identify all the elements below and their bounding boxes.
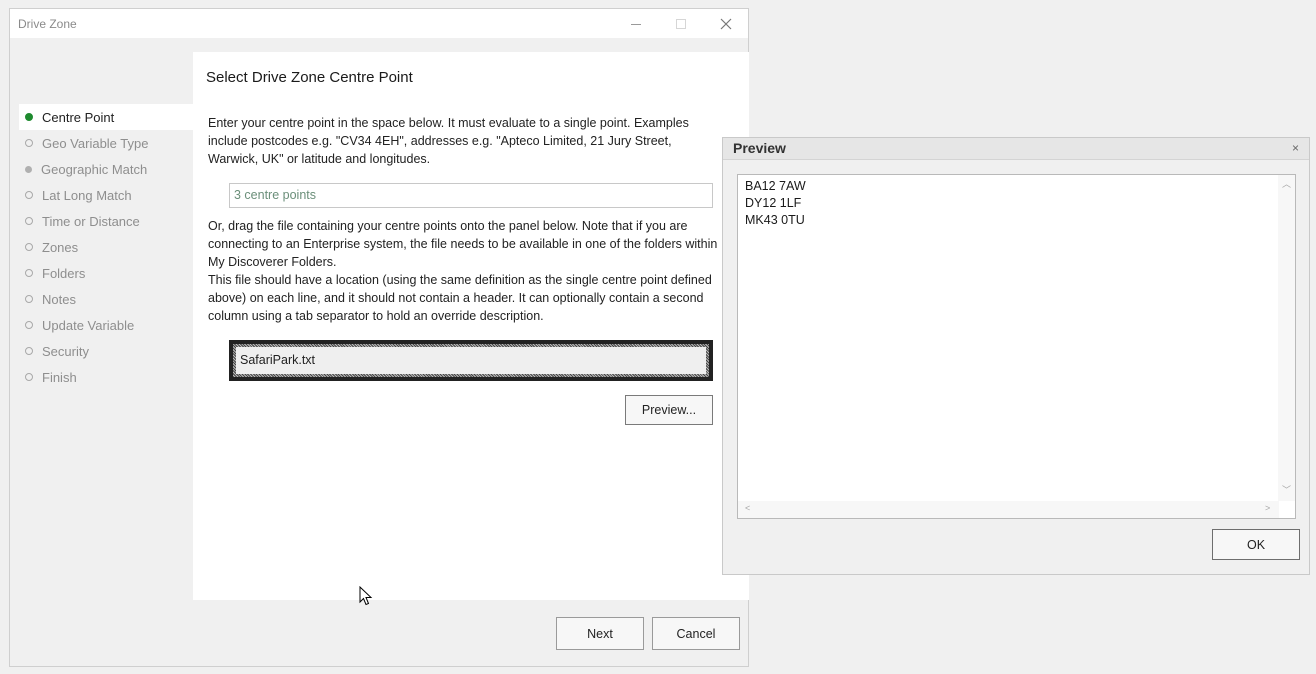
- title-bar: Drive Zone: [10, 9, 748, 38]
- dropped-file-name: SafariPark.txt: [236, 347, 706, 374]
- ok-button[interactable]: OK: [1212, 529, 1300, 560]
- scroll-left-icon[interactable]: <: [745, 503, 750, 513]
- sidebar-item-label: Finish: [42, 369, 77, 385]
- preview-close-icon[interactable]: ×: [1292, 141, 1299, 155]
- sidebar-item-label: Security: [42, 343, 89, 359]
- next-button[interactable]: Next: [556, 617, 644, 650]
- file-format-text: This file should have a location (using …: [208, 273, 712, 323]
- sidebar-item-centre-point[interactable]: Centre Point: [19, 104, 193, 130]
- step-status-icon: [25, 269, 33, 277]
- sidebar-item-label: Time or Distance: [42, 213, 140, 229]
- vertical-scrollbar[interactable]: ︿ ﹀: [1278, 175, 1295, 501]
- sidebar-item-label: Notes: [42, 291, 76, 307]
- close-icon: [720, 18, 732, 29]
- cancel-button[interactable]: Cancel: [652, 617, 740, 650]
- sidebar-item-update-variable[interactable]: Update Variable: [19, 312, 193, 338]
- preview-button[interactable]: Preview...: [625, 395, 713, 425]
- sidebar-item-lat-long-match[interactable]: Lat Long Match: [19, 182, 193, 208]
- step-status-icon: [25, 321, 33, 329]
- step-status-icon: [25, 113, 33, 121]
- drag-instructions-text: Or, drag the file containing your centre…: [208, 219, 718, 269]
- centre-point-panel: Select Drive Zone Centre Point Enter you…: [193, 52, 749, 600]
- window-title: Drive Zone: [18, 17, 77, 31]
- scroll-right-icon[interactable]: >: [1265, 503, 1270, 513]
- sidebar-item-folders[interactable]: Folders: [19, 260, 193, 286]
- sidebar-item-geographic-match[interactable]: Geographic Match: [19, 156, 193, 182]
- step-status-icon: [25, 217, 33, 225]
- sidebar-item-time-or-distance[interactable]: Time or Distance: [19, 208, 193, 234]
- preview-title-bar: Preview ×: [723, 138, 1309, 160]
- scroll-down-icon[interactable]: ﹀: [1282, 483, 1291, 496]
- step-status-icon: [25, 373, 33, 381]
- sidebar-item-zones[interactable]: Zones: [19, 234, 193, 260]
- sidebar-item-security[interactable]: Security: [19, 338, 193, 364]
- sidebar-item-label: Folders: [42, 265, 86, 281]
- preview-dialog: Preview × BA12 7AW DY12 1LF MK43 0TU ︿ ﹀…: [722, 137, 1310, 575]
- sidebar-item-label: Geo Variable Type: [42, 135, 149, 151]
- horizontal-scrollbar[interactable]: < >: [738, 501, 1279, 518]
- page-title: Select Drive Zone Centre Point: [206, 69, 413, 86]
- sidebar-item-label: Geographic Match: [41, 161, 148, 177]
- step-status-icon: [25, 191, 33, 199]
- intro-text: Enter your centre point in the space bel…: [208, 116, 689, 166]
- close-button[interactable]: [703, 9, 749, 38]
- sidebar-item-finish[interactable]: Finish: [19, 364, 193, 390]
- list-item: BA12 7AW: [745, 179, 806, 193]
- preview-title: Preview: [733, 140, 786, 156]
- minimize-button[interactable]: [613, 9, 659, 38]
- maximize-icon: [676, 18, 686, 29]
- scroll-up-icon[interactable]: ︿: [1282, 177, 1291, 190]
- step-status-icon: [25, 165, 32, 173]
- sidebar-item-label: Lat Long Match: [42, 187, 132, 203]
- preview-list[interactable]: BA12 7AW DY12 1LF MK43 0TU ︿ ﹀ < >: [737, 174, 1296, 519]
- list-item: DY12 1LF: [745, 196, 802, 210]
- step-status-icon: [25, 139, 33, 147]
- drive-zone-window: Drive Zone Centre Point Geo Variable Typ…: [9, 8, 749, 667]
- list-item: MK43 0TU: [745, 213, 805, 227]
- sidebar-item-label: Zones: [42, 239, 79, 255]
- minimize-icon: [631, 23, 641, 25]
- file-drop-zone[interactable]: SafariPark.txt: [229, 340, 713, 381]
- step-status-icon: [25, 243, 33, 251]
- maximize-button[interactable]: [658, 9, 704, 38]
- centre-point-input[interactable]: 3 centre points: [229, 183, 713, 208]
- sidebar-item-label: Update Variable: [42, 317, 135, 333]
- step-status-icon: [25, 295, 33, 303]
- sidebar-item-label: Centre Point: [42, 109, 115, 125]
- wizard-steps-sidebar: Centre Point Geo Variable Type Geographi…: [19, 104, 193, 390]
- sidebar-item-geo-variable-type[interactable]: Geo Variable Type: [19, 130, 193, 156]
- step-status-icon: [25, 347, 33, 355]
- mouse-cursor-icon: [359, 586, 373, 606]
- sidebar-item-notes[interactable]: Notes: [19, 286, 193, 312]
